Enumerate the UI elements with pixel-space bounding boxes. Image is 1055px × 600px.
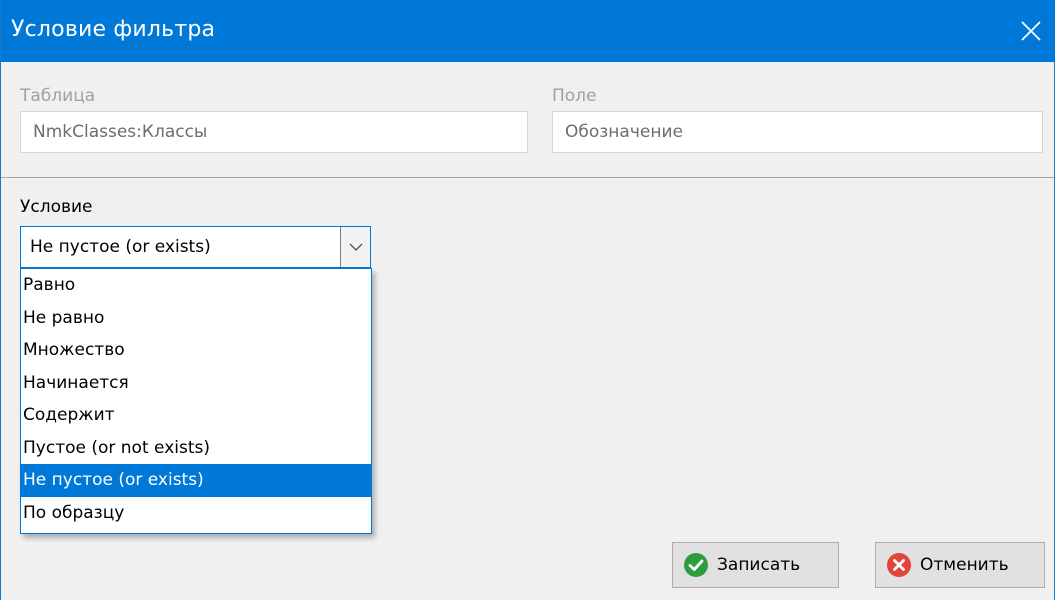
title-bar: Условие фильтра	[1, 0, 1055, 62]
close-icon	[1021, 21, 1041, 41]
condition-option-selected[interactable]: Не пустое (or exists)	[21, 464, 371, 497]
field-label: Поле	[552, 86, 597, 106]
chevron-down-icon	[349, 243, 362, 251]
condition-select-value: Не пустое (or exists)	[30, 237, 211, 257]
cancel-button-label: Отменить	[920, 555, 1009, 575]
field-field: Обозначение	[552, 111, 1043, 153]
condition-select[interactable]: Не пустое (or exists)	[20, 226, 371, 268]
condition-label: Условие	[20, 197, 93, 217]
condition-select-toggle[interactable]	[340, 227, 370, 267]
table-label: Таблица	[20, 86, 96, 106]
condition-option[interactable]: Множество	[21, 334, 371, 367]
condition-option[interactable]: Содержит	[21, 399, 371, 432]
condition-option[interactable]: По образцу	[21, 497, 371, 530]
divider	[1, 177, 1054, 178]
check-circle-icon	[683, 552, 709, 578]
condition-option[interactable]: Равно	[21, 269, 371, 302]
close-button[interactable]	[1006, 0, 1055, 62]
condition-option[interactable]: Пустое (or not exists)	[21, 432, 371, 465]
condition-dropdown-list: Равно Не равно Множество Начинается Соде…	[20, 268, 372, 534]
condition-option[interactable]: Начинается	[21, 367, 371, 400]
condition-option[interactable]: Не равно	[21, 302, 371, 335]
table-field: NmkClasses:Классы	[20, 111, 528, 153]
filter-condition-dialog: Условие фильтра Таблица NmkClasses:Класс…	[0, 0, 1055, 600]
window-title: Условие фильтра	[11, 17, 216, 42]
save-button-label: Записать	[717, 555, 801, 575]
cancel-button[interactable]: Отменить	[875, 542, 1045, 588]
save-button[interactable]: Записать	[672, 542, 839, 588]
x-circle-icon	[886, 552, 912, 578]
